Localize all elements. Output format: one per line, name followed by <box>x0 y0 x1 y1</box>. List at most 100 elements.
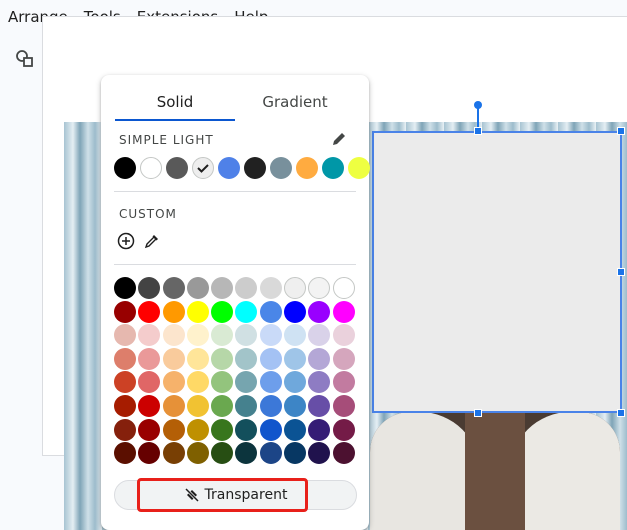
resize-handle-bottom-right[interactable] <box>617 409 625 417</box>
palette-swatch[interactable] <box>332 277 355 299</box>
palette-swatch[interactable] <box>308 300 331 323</box>
palette-swatch[interactable] <box>162 418 185 441</box>
palette-swatch[interactable] <box>235 277 258 299</box>
palette-swatch[interactable] <box>332 442 355 465</box>
palette-swatch[interactable] <box>332 394 355 417</box>
palette-swatch[interactable] <box>138 277 161 299</box>
palette-swatch[interactable] <box>186 371 209 394</box>
palette-swatch[interactable] <box>284 324 307 347</box>
palette-swatch[interactable] <box>308 324 331 347</box>
theme-swatch[interactable] <box>322 157 344 179</box>
rotation-handle[interactable] <box>474 101 482 109</box>
theme-swatch[interactable] <box>218 157 240 179</box>
theme-swatch[interactable] <box>114 157 136 179</box>
palette-swatch[interactable] <box>284 394 307 417</box>
palette-swatch[interactable] <box>186 418 209 441</box>
palette-swatch[interactable] <box>259 347 282 370</box>
palette-swatch[interactable] <box>332 324 355 347</box>
palette-swatch[interactable] <box>162 300 185 323</box>
palette-swatch[interactable] <box>162 394 185 417</box>
palette-swatch[interactable] <box>308 394 331 417</box>
resize-handle-top-right[interactable] <box>617 127 625 135</box>
add-custom-color-button[interactable] <box>117 232 135 250</box>
palette-swatch[interactable] <box>186 300 209 323</box>
palette-swatch[interactable] <box>138 300 161 323</box>
palette-swatch[interactable] <box>284 442 307 465</box>
palette-swatch[interactable] <box>332 347 355 370</box>
palette-swatch[interactable] <box>211 277 234 299</box>
edit-theme-pencil-icon[interactable] <box>330 130 348 148</box>
palette-swatch[interactable] <box>162 347 185 370</box>
palette-swatch[interactable] <box>284 300 307 323</box>
palette-swatch[interactable] <box>114 442 136 465</box>
palette-swatch[interactable] <box>138 442 161 465</box>
palette-swatch[interactable] <box>308 442 331 465</box>
palette-swatch[interactable] <box>138 394 161 417</box>
palette-swatch[interactable] <box>138 371 161 394</box>
palette-swatch[interactable] <box>259 442 282 465</box>
palette-swatch[interactable] <box>114 394 136 417</box>
palette-swatch[interactable] <box>114 324 136 347</box>
palette-swatch[interactable] <box>308 371 331 394</box>
palette-swatch[interactable] <box>211 394 234 417</box>
palette-swatch[interactable] <box>114 418 136 441</box>
theme-swatch[interactable] <box>192 157 214 179</box>
palette-swatch[interactable] <box>259 418 282 441</box>
resize-handle-right[interactable] <box>617 268 625 276</box>
palette-swatch[interactable] <box>332 300 355 323</box>
shape-button[interactable] <box>8 42 42 76</box>
palette-swatch[interactable] <box>211 371 234 394</box>
palette-swatch[interactable] <box>211 324 234 347</box>
palette-swatch[interactable] <box>235 324 258 347</box>
theme-swatch[interactable] <box>296 157 318 179</box>
palette-swatch[interactable] <box>235 394 258 417</box>
palette-swatch[interactable] <box>259 324 282 347</box>
transparent-button[interactable]: Transparent <box>114 480 357 510</box>
selected-shape[interactable] <box>372 131 622 413</box>
palette-swatch[interactable] <box>186 442 209 465</box>
palette-swatch[interactable] <box>284 371 307 394</box>
palette-swatch[interactable] <box>235 300 258 323</box>
theme-swatch[interactable] <box>166 157 188 179</box>
palette-swatch[interactable] <box>284 277 307 299</box>
palette-swatch[interactable] <box>259 371 282 394</box>
palette-swatch[interactable] <box>186 347 209 370</box>
palette-swatch[interactable] <box>138 418 161 441</box>
palette-swatch[interactable] <box>211 442 234 465</box>
palette-swatch[interactable] <box>162 277 185 299</box>
palette-swatch[interactable] <box>114 300 136 323</box>
palette-swatch[interactable] <box>114 371 136 394</box>
palette-swatch[interactable] <box>162 324 185 347</box>
palette-swatch[interactable] <box>235 442 258 465</box>
palette-swatch[interactable] <box>186 324 209 347</box>
palette-swatch[interactable] <box>332 371 355 394</box>
palette-swatch[interactable] <box>235 418 258 441</box>
eyedropper-button[interactable] <box>143 232 161 250</box>
palette-swatch[interactable] <box>138 347 161 370</box>
palette-swatch[interactable] <box>308 347 331 370</box>
palette-swatch[interactable] <box>284 418 307 441</box>
palette-swatch[interactable] <box>162 442 185 465</box>
palette-swatch[interactable] <box>235 347 258 370</box>
palette-swatch[interactable] <box>211 300 234 323</box>
palette-swatch[interactable] <box>259 300 282 323</box>
palette-swatch[interactable] <box>186 277 209 299</box>
palette-swatch[interactable] <box>259 277 282 299</box>
palette-swatch[interactable] <box>308 277 331 299</box>
theme-swatch[interactable] <box>348 157 370 179</box>
palette-swatch[interactable] <box>235 371 258 394</box>
resize-handle-top[interactable] <box>474 127 482 135</box>
palette-swatch[interactable] <box>186 394 209 417</box>
resize-handle-bottom[interactable] <box>474 409 482 417</box>
tab-gradient[interactable]: Gradient <box>235 89 355 121</box>
palette-swatch[interactable] <box>162 371 185 394</box>
palette-swatch[interactable] <box>284 347 307 370</box>
palette-swatch[interactable] <box>308 418 331 441</box>
palette-swatch[interactable] <box>211 418 234 441</box>
theme-swatch[interactable] <box>140 157 162 179</box>
palette-swatch[interactable] <box>114 277 136 299</box>
theme-swatch[interactable] <box>270 157 292 179</box>
theme-swatch[interactable] <box>244 157 266 179</box>
palette-swatch[interactable] <box>211 347 234 370</box>
palette-swatch[interactable] <box>114 347 136 370</box>
